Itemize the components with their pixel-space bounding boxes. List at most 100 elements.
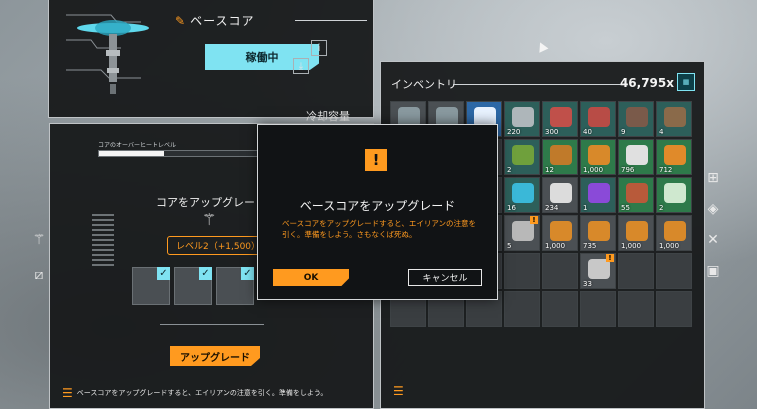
requirement-slot: ✓ xyxy=(174,267,212,305)
stats-tab-icon[interactable]: ⧄ xyxy=(28,260,50,290)
dialog-title: ベースコアをアップグレード xyxy=(299,199,456,213)
dialog-body: ベースコアをアップグレードすると、エイリアンの注意を引く。準備をしよう。さもなく… xyxy=(282,219,477,239)
alert-icon: ! xyxy=(530,216,538,224)
item-quantity: 1,000 xyxy=(621,242,642,250)
inventory-slot[interactable] xyxy=(504,253,540,289)
info-icon[interactable]: i xyxy=(311,40,327,56)
inventory-slot[interactable]: 12 xyxy=(542,139,578,175)
item-icon xyxy=(626,145,648,165)
title-divider xyxy=(295,20,367,21)
inventory-slot[interactable] xyxy=(580,291,616,327)
item-quantity: 796 xyxy=(621,166,635,174)
inventory-slot[interactable] xyxy=(618,253,654,289)
credits-icon: ▦ xyxy=(677,73,695,91)
item-icon xyxy=(512,221,534,241)
right-tabs: ⊞ ◈ ✕ ▣ xyxy=(700,165,726,289)
core-tab-icon[interactable]: ⚚ xyxy=(28,225,50,255)
core-panel: ✎ ベースコア 稼働中 i ⤓ xyxy=(48,0,374,118)
item-icon xyxy=(512,145,534,165)
inventory-slot[interactable]: 4 xyxy=(656,101,692,137)
inventory-slot[interactable]: 55 xyxy=(618,177,654,213)
item-icon xyxy=(550,145,572,165)
item-quantity: 1,000 xyxy=(545,242,566,250)
item-icon xyxy=(550,107,572,127)
inventory-slot[interactable]: 735 xyxy=(580,215,616,251)
item-quantity: 33 xyxy=(583,280,592,288)
warning-icon: ! xyxy=(365,149,387,171)
item-icon xyxy=(550,221,572,241)
inventory-slot[interactable]: 40 xyxy=(580,101,616,137)
upgrade-heading: コアをアップグレード xyxy=(156,196,266,209)
item-icon xyxy=(626,107,648,127)
inventory-slot[interactable] xyxy=(618,291,654,327)
inventory-tab-icon[interactable]: ⊞ xyxy=(700,165,726,191)
item-icon xyxy=(588,145,610,165)
check-icon: ✓ xyxy=(199,267,212,280)
item-quantity: 1,000 xyxy=(583,166,604,174)
inventory-slot[interactable] xyxy=(656,291,692,327)
cancel-button[interactable]: キャンセル xyxy=(408,269,482,286)
download-icon[interactable]: ⤓ xyxy=(293,58,309,74)
storage-tab-icon[interactable]: ▣ xyxy=(700,258,726,284)
ok-button[interactable]: OK xyxy=(273,269,349,286)
equipment-tab-icon[interactable]: ◈ xyxy=(700,196,726,222)
inventory-slot[interactable]: 1,000 xyxy=(580,139,616,175)
item-quantity: 712 xyxy=(659,166,673,174)
item-icon xyxy=(664,221,686,241)
inventory-slot[interactable]: 2 xyxy=(504,139,540,175)
inventory-slot[interactable]: 300 xyxy=(542,101,578,137)
inventory-slot[interactable] xyxy=(542,291,578,327)
menu-icon[interactable]: ☰ xyxy=(393,384,404,398)
inventory-slot[interactable]: 33! xyxy=(580,253,616,289)
footer-note: ☰ ベースコアをアップグレードすると、エイリアンの注意を引く。準備をしよう。 xyxy=(62,386,327,400)
item-quantity: 234 xyxy=(545,204,559,212)
item-icon xyxy=(626,221,648,241)
inventory-slot[interactable]: 1 xyxy=(580,177,616,213)
item-quantity: 2 xyxy=(507,166,512,174)
footer-text: ベースコアをアップグレードすると、エイリアンの注意を引く。準備をしよう。 xyxy=(76,389,328,397)
item-icon xyxy=(588,107,610,127)
item-icon xyxy=(664,183,686,203)
inventory-slot[interactable]: 1,000 xyxy=(618,215,654,251)
inventory-slot[interactable]: 16 xyxy=(504,177,540,213)
inventory-slot[interactable]: 2 xyxy=(656,177,692,213)
level-badge: レベル2（+1,500） xyxy=(167,236,270,255)
inventory-slot[interactable]: 1,000 xyxy=(656,215,692,251)
inventory-slot[interactable]: 712 xyxy=(656,139,692,175)
inventory-slot[interactable] xyxy=(504,291,540,327)
requirement-slot: ✓ xyxy=(132,267,170,305)
item-icon xyxy=(664,145,686,165)
inventory-count: 46,795x xyxy=(619,76,674,90)
item-icon xyxy=(512,107,534,127)
item-quantity: 2 xyxy=(659,204,664,212)
item-quantity: 9 xyxy=(621,128,626,136)
item-quantity: 735 xyxy=(583,242,597,250)
inventory-slot[interactable]: 234 xyxy=(542,177,578,213)
item-quantity: 1 xyxy=(583,204,588,212)
item-icon xyxy=(588,221,610,241)
inventory-slot[interactable]: 220 xyxy=(504,101,540,137)
inventory-slot[interactable]: 5! xyxy=(504,215,540,251)
item-icon xyxy=(512,183,534,203)
crafting-tab-icon[interactable]: ✕ xyxy=(700,227,726,253)
edit-icon[interactable]: ✎ xyxy=(175,14,185,28)
core-title-row: ✎ ベースコア xyxy=(175,12,254,29)
inventory-slot[interactable]: 9 xyxy=(618,101,654,137)
item-icon xyxy=(588,259,610,279)
decor-ladder-left xyxy=(92,214,114,269)
item-quantity: 55 xyxy=(621,204,630,212)
item-quantity: 4 xyxy=(659,128,664,136)
inventory-title: インベントリ xyxy=(391,78,457,91)
upgrade-button[interactable]: アップグレード xyxy=(170,346,260,366)
inventory-slot[interactable]: 1,000 xyxy=(542,215,578,251)
check-icon: ✓ xyxy=(157,267,170,280)
inventory-slot[interactable] xyxy=(542,253,578,289)
item-quantity: 16 xyxy=(507,204,516,212)
inventory-slot[interactable]: 796 xyxy=(618,139,654,175)
alert-icon: ! xyxy=(606,254,614,262)
item-quantity: 5 xyxy=(507,242,512,250)
requirement-slot: ✓ xyxy=(216,267,254,305)
list-icon: ☰ xyxy=(62,386,73,400)
inventory-slot[interactable] xyxy=(656,253,692,289)
item-quantity: 40 xyxy=(583,128,592,136)
